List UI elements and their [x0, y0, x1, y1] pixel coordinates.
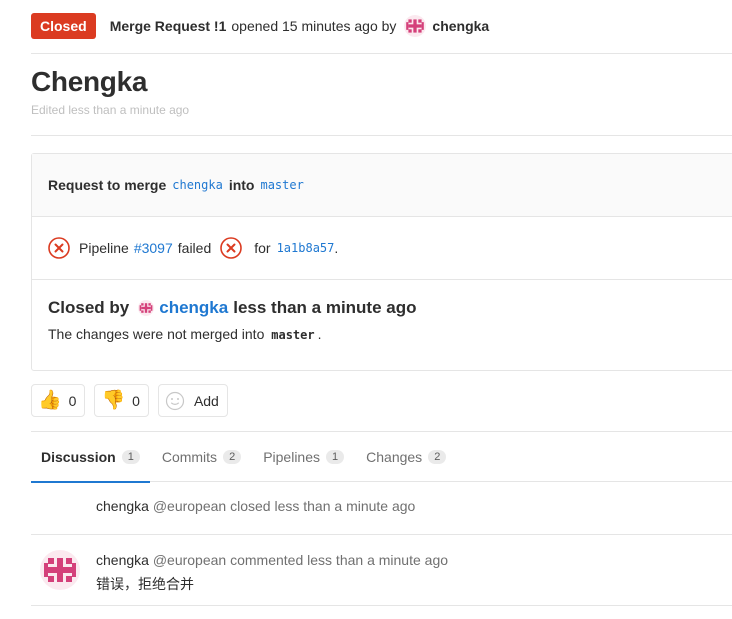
award-emoji-bar: 👍 0 👎 0 Add — [31, 384, 237, 417]
tab-label: Discussion — [41, 449, 116, 465]
system-note-line: chengka @european closed less than a min… — [96, 498, 415, 514]
tab-count: 1 — [121, 450, 140, 464]
tab-changes[interactable]: Changes 2 — [356, 432, 456, 482]
source-branch-link[interactable]: chengka — [172, 178, 223, 192]
pipeline-status-row: Pipeline #3097 failed for 1a1b8a57 . — [32, 217, 732, 280]
thumbs-up-icon: 👍 — [38, 390, 62, 411]
smiley-icon — [165, 391, 185, 410]
note-author-handle[interactable]: @european — [153, 552, 226, 568]
mr-tabs: Discussion 1 Commits 2 Pipelines 1 Chang… — [31, 432, 732, 483]
add-reaction-label: Add — [193, 392, 219, 409]
target-branch-code: master — [271, 328, 315, 342]
opened-text: opened 15 minutes ago by — [231, 18, 397, 34]
mr-reference: Merge Request !1 — [109, 18, 227, 34]
tab-count: 2 — [223, 450, 242, 464]
target-branch-link[interactable]: master — [260, 178, 303, 192]
note-author-link[interactable]: chengka — [96, 498, 149, 514]
not-merged-text: The changes were not merged into — [48, 326, 265, 342]
tab-pipelines[interactable]: Pipelines 1 — [253, 432, 354, 482]
thumbs-up-button[interactable]: 👍 0 — [31, 384, 86, 417]
add-reaction-button[interactable]: Add — [157, 384, 228, 417]
note-author-link[interactable]: chengka — [96, 552, 149, 568]
divider — [31, 53, 732, 54]
tab-label: Pipelines — [263, 449, 321, 465]
pipeline-status-text: failed — [177, 240, 212, 256]
system-note: chengka @european closed less than a min… — [31, 483, 732, 535]
tab-label: Commits — [161, 449, 218, 465]
pipeline-id-link[interactable]: #3097 — [134, 240, 173, 256]
pipeline-failed-icon[interactable] — [220, 237, 243, 259]
closed-time: less than a minute ago — [233, 298, 417, 317]
thumbs-down-icon: 👎 — [101, 390, 126, 411]
pipeline-label: Pipeline — [79, 240, 129, 256]
note-action: commented less than a minute ago — [230, 552, 449, 568]
mr-meta: Merge Request !1 opened 15 minutes ago b… — [109, 15, 489, 37]
author-avatar[interactable] — [404, 15, 427, 37]
comment-header: chengka @european commented less than a … — [96, 552, 448, 568]
pipeline-failed-icon[interactable] — [48, 237, 70, 259]
closed-by-label: Closed by — [48, 298, 130, 317]
status-badge: Closed — [31, 13, 96, 39]
merge-request-heading: Request to merge chengka into master — [32, 154, 732, 217]
tab-count: 1 — [326, 450, 345, 464]
note-suffix: . — [317, 326, 322, 342]
thumbs-down-count: 0 — [132, 392, 140, 409]
tab-count: 2 — [428, 450, 447, 464]
closer-link[interactable]: chengka — [159, 298, 228, 318]
comment-note: chengka @european commented less than a … — [31, 536, 732, 606]
closed-by-heading: Closed by chengka less than a minute ago — [48, 298, 417, 318]
author-link[interactable]: chengka — [432, 18, 489, 34]
thumbs-up-count: 0 — [68, 392, 77, 409]
merge-widget: Request to merge chengka into master Pip… — [31, 153, 732, 371]
commenter-avatar[interactable] — [40, 550, 80, 590]
period: . — [334, 240, 339, 256]
commit-sha-link[interactable]: 1a1b8a57 — [277, 241, 335, 255]
request-label: Request to merge — [48, 177, 167, 193]
not-merged-note: The changes were not merged into master. — [48, 326, 322, 342]
note-author-handle[interactable]: @european — [153, 498, 226, 514]
tab-label: Changes — [366, 449, 423, 465]
divider — [31, 135, 732, 136]
tab-commits[interactable]: Commits 2 — [152, 432, 251, 482]
edited-text: Edited less than a minute ago — [31, 103, 190, 117]
into-label: into — [228, 177, 255, 193]
thumbs-down-button[interactable]: 👎 0 — [94, 384, 149, 417]
tab-discussion[interactable]: Discussion 1 — [31, 432, 150, 483]
comment-body: 错误，拒绝合并 — [96, 577, 194, 593]
for-label: for — [254, 240, 271, 256]
closer-avatar[interactable] — [138, 300, 155, 316]
page-title: Chengka — [31, 66, 148, 97]
mr-header: Closed Merge Request !1 opened 15 minute… — [31, 12, 732, 40]
note-action: closed less than a minute ago — [230, 498, 416, 514]
